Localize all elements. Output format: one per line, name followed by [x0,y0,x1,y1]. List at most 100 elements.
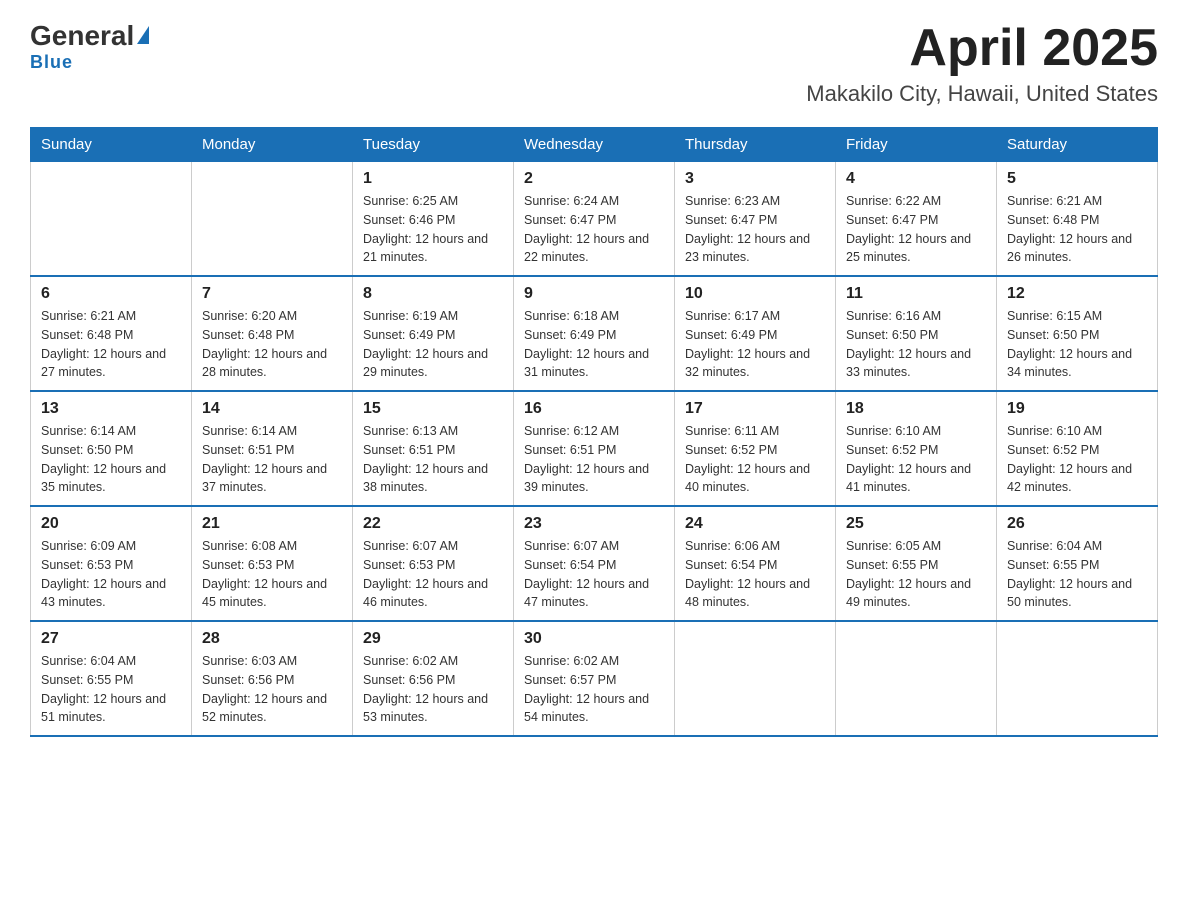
day-number: 14 [202,400,342,418]
header-monday: Monday [192,128,353,162]
day-info: Sunrise: 6:17 AM Sunset: 6:49 PM Dayligh… [685,307,825,382]
header-sunday: Sunday [31,128,192,162]
day-info: Sunrise: 6:25 AM Sunset: 6:46 PM Dayligh… [363,192,503,267]
day-info: Sunrise: 6:04 AM Sunset: 6:55 PM Dayligh… [41,652,181,727]
day-info: Sunrise: 6:22 AM Sunset: 6:47 PM Dayligh… [846,192,986,267]
calendar-cell: 18 Sunrise: 6:10 AM Sunset: 6:52 PM Dayli… [836,391,997,506]
day-number: 21 [202,515,342,533]
day-number: 6 [41,285,181,303]
day-number: 16 [524,400,664,418]
day-number: 10 [685,285,825,303]
calendar-cell: 3 Sunrise: 6:23 AM Sunset: 6:47 PM Daylig… [675,162,836,277]
day-info: Sunrise: 6:09 AM Sunset: 6:53 PM Dayligh… [41,537,181,612]
day-number: 3 [685,170,825,188]
calendar-cell: 25Sunrise: 6:05 AM Sunset: 6:55 PM Dayli… [836,506,997,621]
day-number: 29 [363,630,503,648]
calendar-cell: 6 Sunrise: 6:21 AM Sunset: 6:48 PM Daylig… [31,276,192,391]
day-info: Sunrise: 6:15 AM Sunset: 6:50 PM Dayligh… [1007,307,1147,382]
day-number: 22 [363,515,503,533]
calendar-week-0: 1Sunrise: 6:25 AM Sunset: 6:46 PM Daylig… [31,162,1158,277]
day-info: Sunrise: 6:07 AM Sunset: 6:54 PM Dayligh… [524,537,664,612]
title-area: April 2025 Makakilo City, Hawaii, United… [806,20,1158,107]
header-tuesday: Tuesday [353,128,514,162]
calendar-cell: 15 Sunrise: 6:13 AM Sunset: 6:51 PM Dayli… [353,391,514,506]
calendar-cell: 19Sunrise: 6:10 AM Sunset: 6:52 PM Dayli… [997,391,1158,506]
calendar-cell: 11Sunrise: 6:16 AM Sunset: 6:50 PM Dayli… [836,276,997,391]
logo-blue-text: Blue [30,52,73,73]
month-title: April 2025 [806,20,1158,77]
day-number: 15 [363,400,503,418]
header-friday: Friday [836,128,997,162]
day-number: 13 [41,400,181,418]
calendar-cell [31,162,192,277]
calendar-cell [836,621,997,736]
day-number: 23 [524,515,664,533]
day-info: Sunrise: 6:14 AM Sunset: 6:50 PM Dayligh… [41,422,181,497]
day-number: 19 [1007,400,1147,418]
day-number: 26 [1007,515,1147,533]
day-info: Sunrise: 6:02 AM Sunset: 6:56 PM Dayligh… [363,652,503,727]
day-info: Sunrise: 6:20 AM Sunset: 6:48 PM Dayligh… [202,307,342,382]
day-number: 17 [685,400,825,418]
calendar-cell: 14Sunrise: 6:14 AM Sunset: 6:51 PM Dayli… [192,391,353,506]
calendar-cell: 9Sunrise: 6:18 AM Sunset: 6:49 PM Daylig… [514,276,675,391]
calendar-cell: 16 Sunrise: 6:12 AM Sunset: 6:51 PM Dayli… [514,391,675,506]
calendar-cell: 26Sunrise: 6:04 AM Sunset: 6:55 PM Dayli… [997,506,1158,621]
calendar-cell: 8 Sunrise: 6:19 AM Sunset: 6:49 PM Daylig… [353,276,514,391]
day-number: 20 [41,515,181,533]
header-saturday: Saturday [997,128,1158,162]
page-header: General Blue April 2025 Makakilo City, H… [30,20,1158,107]
logo: General Blue [30,20,149,73]
calendar-cell: 1Sunrise: 6:25 AM Sunset: 6:46 PM Daylig… [353,162,514,277]
location-title: Makakilo City, Hawaii, United States [806,81,1158,107]
calendar-cell: 5Sunrise: 6:21 AM Sunset: 6:48 PM Daylig… [997,162,1158,277]
calendar-cell: 7 Sunrise: 6:20 AM Sunset: 6:48 PM Daylig… [192,276,353,391]
day-number: 7 [202,285,342,303]
calendar-cell: 30Sunrise: 6:02 AM Sunset: 6:57 PM Dayli… [514,621,675,736]
day-number: 24 [685,515,825,533]
calendar-cell: 28 Sunrise: 6:03 AM Sunset: 6:56 PM Dayli… [192,621,353,736]
day-number: 27 [41,630,181,648]
day-info: Sunrise: 6:21 AM Sunset: 6:48 PM Dayligh… [41,307,181,382]
day-info: Sunrise: 6:06 AM Sunset: 6:54 PM Dayligh… [685,537,825,612]
day-info: Sunrise: 6:10 AM Sunset: 6:52 PM Dayligh… [846,422,986,497]
calendar-cell: 21Sunrise: 6:08 AM Sunset: 6:53 PM Dayli… [192,506,353,621]
day-number: 8 [363,285,503,303]
day-number: 9 [524,285,664,303]
header-wednesday: Wednesday [514,128,675,162]
calendar-cell: 24 Sunrise: 6:06 AM Sunset: 6:54 PM Dayli… [675,506,836,621]
day-number: 18 [846,400,986,418]
calendar-cell: 4Sunrise: 6:22 AM Sunset: 6:47 PM Daylig… [836,162,997,277]
day-info: Sunrise: 6:24 AM Sunset: 6:47 PM Dayligh… [524,192,664,267]
calendar-week-2: 13 Sunrise: 6:14 AM Sunset: 6:50 PM Dayli… [31,391,1158,506]
calendar-cell: 20 Sunrise: 6:09 AM Sunset: 6:53 PM Dayli… [31,506,192,621]
day-info: Sunrise: 6:12 AM Sunset: 6:51 PM Dayligh… [524,422,664,497]
logo-general-text: General [30,20,134,52]
calendar-cell: 23 Sunrise: 6:07 AM Sunset: 6:54 PM Dayli… [514,506,675,621]
calendar-cell: 17Sunrise: 6:11 AM Sunset: 6:52 PM Dayli… [675,391,836,506]
header-row: Sunday Monday Tuesday Wednesday Thursday… [31,128,1158,162]
calendar-week-3: 20 Sunrise: 6:09 AM Sunset: 6:53 PM Dayli… [31,506,1158,621]
calendar-week-4: 27 Sunrise: 6:04 AM Sunset: 6:55 PM Dayli… [31,621,1158,736]
calendar-cell [192,162,353,277]
calendar-cell: 22 Sunrise: 6:07 AM Sunset: 6:53 PM Dayli… [353,506,514,621]
day-number: 12 [1007,285,1147,303]
day-info: Sunrise: 6:03 AM Sunset: 6:56 PM Dayligh… [202,652,342,727]
calendar-cell: 13 Sunrise: 6:14 AM Sunset: 6:50 PM Dayli… [31,391,192,506]
calendar-week-1: 6 Sunrise: 6:21 AM Sunset: 6:48 PM Daylig… [31,276,1158,391]
day-info: Sunrise: 6:13 AM Sunset: 6:51 PM Dayligh… [363,422,503,497]
calendar-cell: 27 Sunrise: 6:04 AM Sunset: 6:55 PM Dayli… [31,621,192,736]
day-info: Sunrise: 6:23 AM Sunset: 6:47 PM Dayligh… [685,192,825,267]
day-number: 5 [1007,170,1147,188]
calendar-cell: 10 Sunrise: 6:17 AM Sunset: 6:49 PM Dayli… [675,276,836,391]
calendar-cell: 12 Sunrise: 6:15 AM Sunset: 6:50 PM Dayli… [997,276,1158,391]
day-info: Sunrise: 6:19 AM Sunset: 6:49 PM Dayligh… [363,307,503,382]
calendar-cell: 2 Sunrise: 6:24 AM Sunset: 6:47 PM Daylig… [514,162,675,277]
day-number: 2 [524,170,664,188]
day-info: Sunrise: 6:07 AM Sunset: 6:53 PM Dayligh… [363,537,503,612]
calendar-cell [997,621,1158,736]
header-thursday: Thursday [675,128,836,162]
logo-triangle-icon [137,26,149,44]
calendar-header: Sunday Monday Tuesday Wednesday Thursday… [31,128,1158,162]
day-number: 28 [202,630,342,648]
